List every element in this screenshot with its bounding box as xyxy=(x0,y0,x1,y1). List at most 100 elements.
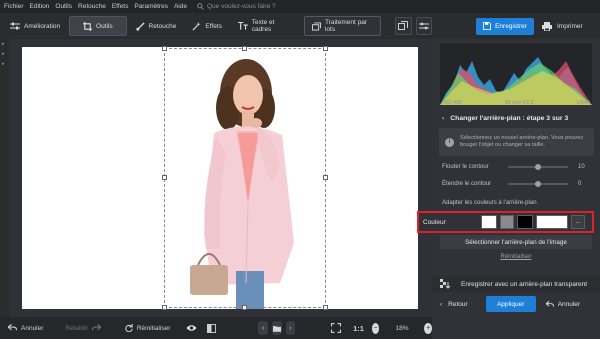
settings-view-button[interactable] xyxy=(415,17,433,35)
preview-eye-button[interactable] xyxy=(186,324,201,332)
chevron-left-icon: ‹ xyxy=(440,300,443,308)
menu-effets[interactable]: Effets xyxy=(112,3,129,10)
menu-retouche[interactable]: Retouche xyxy=(78,3,106,10)
magic-wand-icon xyxy=(192,21,201,31)
left-collapse-strip[interactable]: ▸ ▸ ▸ xyxy=(0,39,10,317)
menu-parametres[interactable]: Paramètres xyxy=(134,3,168,10)
menu-aide[interactable]: Aide xyxy=(174,3,187,10)
histogram xyxy=(440,43,592,105)
back-label: Retour xyxy=(448,300,468,308)
extend-edge-slider-row: Étendre le contour 0 xyxy=(442,178,592,190)
step-actions: ‹ Retour Appliquer Annuler xyxy=(432,295,600,313)
cancel-label: Annuler xyxy=(557,300,581,308)
sliders-icon xyxy=(10,22,20,30)
redo-icon xyxy=(91,324,101,331)
subject-selection-box[interactable] xyxy=(162,46,328,310)
select-background-image-button[interactable]: Sélectionner l'arrière-plan de l'image xyxy=(440,235,592,249)
reset-link[interactable]: Réinitialiser xyxy=(432,254,600,260)
adjust-icon xyxy=(418,22,429,30)
zoom-level[interactable]: 18% xyxy=(395,325,408,332)
save-transparent-label: Enregistrer avec un arrière-plan transpa… xyxy=(461,280,588,288)
adapt-colors-label: Adapter les couleurs à l'arrière-plan xyxy=(442,200,537,206)
chevron-right-icon: ▸ xyxy=(2,51,5,57)
minus-icon: − xyxy=(373,324,378,332)
prev-image-button[interactable]: ‹ xyxy=(258,321,268,335)
eye-icon xyxy=(186,325,197,331)
print-label: Imprimer xyxy=(557,22,583,30)
photo-canvas[interactable] xyxy=(10,39,432,317)
menu-fichier[interactable]: Fichier xyxy=(4,3,24,10)
resize-handle-right[interactable] xyxy=(323,175,328,180)
printer-icon xyxy=(542,21,552,31)
resize-handle-tl[interactable] xyxy=(162,46,167,51)
batch-icon xyxy=(312,21,321,31)
resize-handle-bl[interactable] xyxy=(162,305,167,310)
extend-edge-slider[interactable] xyxy=(508,181,568,187)
zoom-out-button[interactable]: − xyxy=(371,322,380,334)
reset-all-button[interactable]: Réinitialiser xyxy=(125,324,170,332)
compare-icon xyxy=(398,21,409,30)
menu-bar: Fichier Edition Outils Retouche Effets P… xyxy=(0,0,600,13)
save-transparent-button[interactable]: Enregistrer avec un arrière-plan transpa… xyxy=(432,276,600,292)
slider-thumb[interactable] xyxy=(535,181,541,187)
undo-button[interactable]: Annuler xyxy=(8,324,43,332)
actual-size-button[interactable]: 1:1 xyxy=(353,324,364,333)
redo-button[interactable]: Rétablir xyxy=(65,324,101,332)
tab-effets[interactable]: Effets xyxy=(185,16,229,36)
next-image-button[interactable]: › xyxy=(285,321,296,335)
resize-handle-tr[interactable] xyxy=(323,46,328,51)
info-box: i Sélectionnez un nouvel arrière-plan. V… xyxy=(439,128,594,156)
background-color-row: Couleur ... xyxy=(417,211,594,233)
split-view-icon xyxy=(207,323,217,333)
text-icon xyxy=(237,22,248,30)
brush-icon xyxy=(135,21,145,31)
apply-button[interactable]: Appliquer xyxy=(485,296,536,312)
chevron-right-icon: › xyxy=(289,324,292,332)
color-label: Couleur xyxy=(423,218,446,226)
search-placeholder: Que voulez-vous faire ? xyxy=(206,3,276,10)
blur-edge-value: 10 xyxy=(578,164,585,170)
tab-retouche[interactable]: Retouche xyxy=(129,16,184,36)
open-folder-button[interactable] xyxy=(271,321,282,335)
save-icon xyxy=(483,22,492,30)
resize-handle-top[interactable] xyxy=(242,46,247,51)
exif-info: ISO 400 85 mm f/2.2 1/640 xyxy=(442,100,590,106)
color-swatch-current[interactable] xyxy=(536,215,568,229)
color-swatch-black[interactable] xyxy=(517,215,533,229)
extend-edge-label: Étendre le contour xyxy=(442,181,492,187)
resize-handle-left[interactable] xyxy=(162,175,167,180)
compare-split-button[interactable] xyxy=(207,323,220,333)
color-swatch-white[interactable] xyxy=(481,215,497,229)
tab-texte-cadres[interactable]: Texte et cadres xyxy=(231,16,298,36)
search-field[interactable]: Que voulez-vous faire ? xyxy=(197,3,276,10)
main-toolbar: Amélioration Outils Retouche Effets Text… xyxy=(0,13,433,39)
tab-outils[interactable]: Outils xyxy=(69,16,127,36)
blur-edge-label: Flouter le contour xyxy=(442,164,489,170)
zoom-in-button[interactable]: + xyxy=(424,322,432,334)
tab-outils-label: Outils xyxy=(96,22,113,30)
compare-view-button[interactable] xyxy=(395,17,412,35)
tab-amelioration[interactable]: Amélioration xyxy=(3,16,67,36)
plus-icon: + xyxy=(426,324,431,332)
print-button[interactable]: Imprimer xyxy=(542,21,583,31)
resize-handle-br[interactable] xyxy=(323,305,328,310)
menu-edition[interactable]: Edition xyxy=(30,3,50,10)
undo-label: Annuler xyxy=(21,324,44,332)
blur-edge-slider[interactable] xyxy=(508,164,568,170)
more-colors-button[interactable]: ... xyxy=(571,215,585,229)
slider-thumb[interactable] xyxy=(535,164,541,170)
batch-processing-button[interactable]: Traitement par lots xyxy=(304,16,382,36)
info-icon: i xyxy=(445,137,454,147)
chevron-left-icon: ‹ xyxy=(262,324,265,332)
shutter-value: 1/640 xyxy=(576,100,590,106)
extend-edge-value: 0 xyxy=(578,181,582,187)
back-button[interactable]: ‹ Retour xyxy=(440,301,468,308)
save-button[interactable]: Enregistrer xyxy=(476,17,534,35)
chevron-left-icon[interactable]: ‹ xyxy=(442,115,444,122)
fit-to-screen-button[interactable] xyxy=(331,323,345,333)
menu-outils[interactable]: Outils xyxy=(55,3,72,10)
cancel-button[interactable]: Annuler xyxy=(545,300,581,308)
save-label: Enregistrer xyxy=(495,22,527,30)
color-swatch-gray[interactable] xyxy=(500,215,514,229)
resize-handle-bottom[interactable] xyxy=(242,305,247,310)
